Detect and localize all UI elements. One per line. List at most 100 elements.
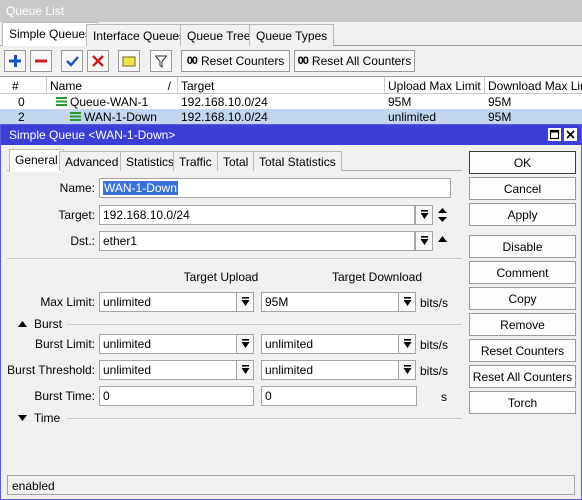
cancel-button[interactable]: Cancel: [469, 177, 576, 200]
comment-button[interactable]: [118, 50, 140, 72]
burst-threshold-upload-field[interactable]: unlimited: [99, 360, 237, 380]
max-limit-download-dropdown[interactable]: [398, 292, 416, 312]
burst-limit-upload-field[interactable]: unlimited: [99, 334, 237, 354]
burst-time-download-field[interactable]: 0: [261, 386, 417, 406]
burst-threshold-download-dropdown[interactable]: [398, 360, 416, 380]
tab-general[interactable]: General: [9, 149, 64, 172]
row-name-cell: Queue-WAN-1: [52, 94, 151, 109]
remove-button[interactable]: [30, 50, 52, 72]
col-num[interactable]: #: [0, 77, 47, 94]
col-download[interactable]: Download Max Limit: [485, 77, 582, 94]
reset-counters-label: Reset Counters: [200, 54, 285, 68]
note-icon: [122, 56, 136, 67]
target-field[interactable]: 192.168.10.0/24: [99, 205, 415, 225]
burst-time-upload-field[interactable]: 0: [99, 386, 254, 406]
burst-threshold-download-field[interactable]: unlimited: [261, 360, 399, 380]
collapse-icon[interactable]: [437, 235, 448, 243]
dropdown-icon: [420, 236, 428, 245]
burst-limit-unit: bits/s: [420, 338, 449, 352]
close-button[interactable]: [564, 128, 577, 141]
dropdown-icon: [420, 210, 428, 219]
filter-button[interactable]: [150, 50, 172, 72]
burst-threshold-unit: bits/s: [420, 364, 449, 378]
reset-counters-button[interactable]: 00 Reset Counters: [181, 50, 290, 72]
burst-section-toggle[interactable]: Burst: [17, 317, 62, 331]
row-target: 192.168.10.0/24: [181, 95, 268, 109]
add-remove-icon[interactable]: [437, 207, 448, 223]
maximize-button[interactable]: [548, 128, 561, 141]
tab-total-statistics[interactable]: Total Statistics: [253, 151, 342, 171]
simple-queue-dialog: Simple Queue <WAN-1-Down> General Advanc…: [0, 124, 582, 500]
disable-button[interactable]: Disable: [469, 235, 576, 258]
close-icon: [566, 130, 575, 139]
add-button[interactable]: [4, 50, 26, 72]
sort-icon: /: [167, 79, 171, 93]
col-target[interactable]: Target: [178, 77, 385, 94]
dropdown-icon: [403, 339, 411, 348]
disable-button[interactable]: [87, 50, 109, 72]
name-value: WAN-1-Down: [103, 181, 178, 195]
queue-table: # Name / Target Upload Max Limit Download…: [0, 76, 582, 124]
max-limit-upload-dropdown[interactable]: [236, 292, 254, 312]
x-icon: [92, 55, 104, 67]
row-name: WAN-1-Down: [84, 109, 157, 124]
row-num: 0: [18, 95, 25, 109]
tab-queue-types[interactable]: Queue Types: [249, 24, 335, 46]
burst-limit-download-dropdown[interactable]: [398, 334, 416, 354]
ok-button[interactable]: OK: [469, 151, 576, 174]
row-upload: 95M: [388, 95, 412, 109]
separator: [67, 324, 462, 325]
queue-tabs: Simple Queues Interface Queues Queue Tre…: [0, 22, 582, 47]
target-dropdown[interactable]: [415, 205, 433, 225]
dialog-tabs: General Advanced Statistics Traffic Tota…: [7, 149, 462, 172]
name-label: Name:: [59, 181, 95, 195]
burst-threshold-label: Burst Threshold:: [7, 363, 95, 377]
table-header: # Name / Target Upload Max Limit Download…: [0, 77, 582, 94]
window-title: Queue List: [0, 0, 582, 22]
tab-traffic[interactable]: Traffic: [173, 151, 218, 171]
apply-button[interactable]: Apply: [469, 203, 576, 226]
dropdown-icon: [241, 339, 249, 348]
row-download: 95M: [488, 110, 512, 124]
enable-button[interactable]: [61, 50, 83, 72]
time-section-label: Time: [34, 411, 61, 425]
counter-icon: 00: [297, 55, 309, 67]
row-name-cell: WAN-1-Down: [66, 109, 160, 124]
dropdown-icon: [403, 365, 411, 374]
dst-dropdown[interactable]: [415, 231, 433, 251]
tab-statistics[interactable]: Statistics: [120, 151, 181, 171]
torch-button[interactable]: Torch: [469, 391, 576, 414]
remove-button[interactable]: Remove: [469, 313, 576, 336]
burst-threshold-upload-dropdown[interactable]: [236, 360, 254, 380]
dropdown-icon: [403, 297, 411, 306]
dialog-title: Simple Queue <WAN-1-Down>: [9, 128, 176, 142]
reset-all-counters-button[interactable]: Reset All Counters: [469, 365, 576, 388]
filter-icon: [155, 55, 167, 68]
burst-limit-download-field[interactable]: unlimited: [261, 334, 399, 354]
reset-all-counters-button[interactable]: 00 Reset All Counters: [294, 50, 415, 72]
tab-simple-queues[interactable]: Simple Queues: [2, 22, 99, 47]
tab-advanced[interactable]: Advanced: [59, 151, 125, 171]
toolbar: 00 Reset Counters 00 Reset All Counters: [0, 46, 582, 76]
col-name[interactable]: Name /: [47, 77, 178, 94]
time-section-toggle[interactable]: Time: [17, 411, 60, 425]
table-row-selected[interactable]: 2 WAN-1-Down 192.168.10.0/24 unlimited 9…: [0, 109, 582, 124]
comment-button[interactable]: Comment: [469, 261, 576, 284]
dst-field[interactable]: ether1: [99, 231, 415, 251]
dialog-title-bar[interactable]: Simple Queue <WAN-1-Down>: [1, 125, 581, 145]
tab-queue-tree[interactable]: Queue Tree: [180, 24, 258, 46]
burst-limit-upload-dropdown[interactable]: [236, 334, 254, 354]
plus-icon: [9, 55, 21, 67]
max-limit-upload-field[interactable]: unlimited: [99, 292, 237, 312]
table-row[interactable]: 0 Queue-WAN-1 192.168.10.0/24 95M 95M: [0, 94, 582, 110]
name-field[interactable]: WAN-1-Down: [99, 178, 451, 198]
reset-counters-button[interactable]: Reset Counters: [469, 339, 576, 362]
tab-interface-queues[interactable]: Interface Queues: [86, 24, 193, 46]
queue-icon: [56, 97, 67, 106]
collapse-icon: [18, 321, 27, 327]
tab-total[interactable]: Total: [217, 151, 255, 171]
max-limit-download-field[interactable]: 95M: [261, 292, 399, 312]
col-upload[interactable]: Upload Max Limit: [385, 77, 485, 94]
maximize-icon: [549, 129, 560, 140]
copy-button[interactable]: Copy: [469, 287, 576, 310]
